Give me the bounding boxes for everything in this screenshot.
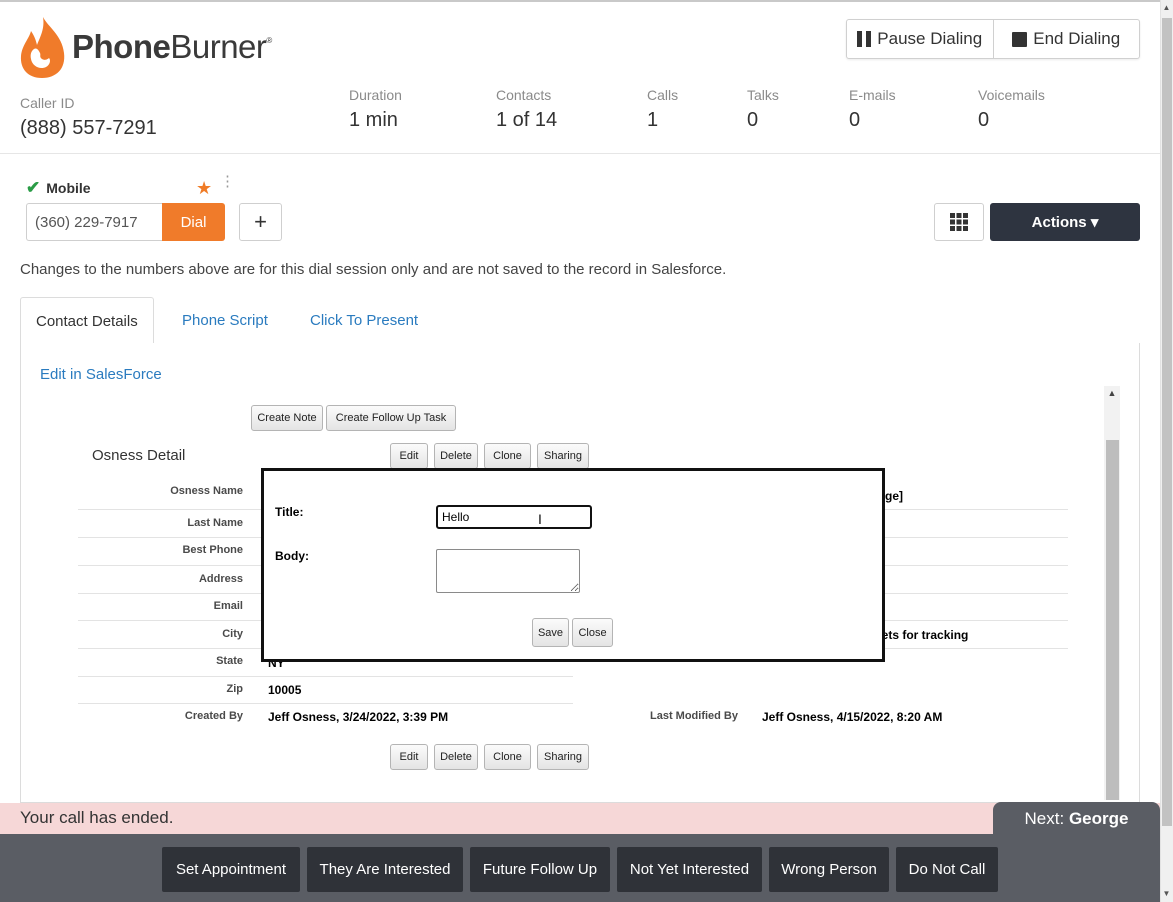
field-label: State	[216, 655, 243, 667]
stop-icon	[1012, 31, 1028, 47]
stat-label: Talks	[747, 87, 779, 103]
field-value-created-by: Jeff Osness, 3/24/2022, 3:39 PM	[268, 710, 449, 724]
field-label: Osness Name	[170, 485, 243, 497]
stat-label: Voicemails	[978, 87, 1045, 103]
stat-label: E-mails	[849, 87, 896, 103]
stat-value: 1 min	[349, 109, 398, 131]
field-label: Address	[198, 573, 243, 585]
tab-bar: Contact Details Phone Script Click To Pr…	[20, 297, 1140, 345]
window-scroll-up-icon[interactable]: ▲	[1160, 3, 1173, 12]
stat-value: 1 of 14	[496, 109, 558, 131]
caller-id: Caller ID (888) 557-7291	[20, 95, 157, 140]
tab-phone-script[interactable]: Phone Script	[167, 297, 283, 344]
clone-button[interactable]: Clone	[484, 443, 531, 469]
field-value-zip: 10005	[268, 683, 302, 697]
field-label: Last Name	[187, 517, 243, 529]
stat-value: 1	[647, 109, 659, 131]
stat-value: 0	[978, 109, 990, 131]
brand-name: PhoneBurner®	[72, 28, 272, 65]
field-value-partial: eets for tracking	[875, 628, 969, 642]
field-value-last-modified: Jeff Osness, 4/15/2022, 8:20 AM	[762, 710, 943, 724]
delete-button-bottom[interactable]: Delete	[434, 744, 478, 770]
end-dialing-label: End Dialing	[1033, 29, 1121, 48]
edit-in-salesforce-link[interactable]: Edit in SalesForce	[40, 366, 162, 383]
phone-number-input[interactable]	[26, 203, 163, 241]
record-detail-title: Osness Detail	[92, 447, 186, 464]
field-label: Email	[213, 600, 243, 612]
text-cursor-icon: I	[538, 511, 542, 527]
phoneburner-logo: PhoneBurner®	[18, 14, 272, 80]
star-icon[interactable]: ★	[196, 178, 212, 199]
pause-dialing-button[interactable]: Pause Dialing	[847, 20, 993, 58]
window-scroll-down-icon[interactable]: ▼	[1160, 889, 1173, 898]
edit-button-bottom[interactable]: Edit	[390, 744, 428, 770]
add-number-button[interactable]: +	[239, 203, 282, 241]
set-appointment-button[interactable]: Set Appointment	[162, 847, 300, 892]
field-label: Last Modified By	[649, 710, 738, 722]
field-label: City	[222, 628, 243, 640]
field-divider	[78, 703, 573, 704]
stat-calls: Calls 1	[647, 87, 678, 132]
tab-click-to-present[interactable]: Click To Present	[295, 297, 433, 344]
dialing-controls: Pause Dialing End Dialing	[846, 19, 1140, 59]
field-divider	[78, 676, 573, 677]
wrong-person-button[interactable]: Wrong Person	[769, 847, 889, 892]
session-notice: Changes to the numbers above are for thi…	[20, 261, 727, 278]
note-body-textarea[interactable]	[436, 549, 580, 593]
tab-contact-details[interactable]: Contact Details	[20, 297, 154, 345]
future-follow-up-button[interactable]: Future Follow Up	[470, 847, 610, 892]
sharing-button-bottom[interactable]: Sharing	[537, 744, 589, 770]
keypad-button[interactable]	[934, 203, 984, 241]
stat-label: Contacts	[496, 87, 552, 103]
call-status-bar	[0, 803, 1160, 834]
stat-emails: E-mails 0	[849, 87, 896, 132]
check-icon: ✔	[26, 178, 41, 197]
field-label: Zip	[226, 683, 244, 695]
call-status-text: Your call has ended.	[20, 808, 174, 827]
create-follow-up-task-button[interactable]: Create Follow Up Task	[326, 405, 456, 431]
grid-icon	[950, 213, 968, 231]
stat-talks: Talks 0	[747, 87, 779, 132]
stat-value: 0	[849, 109, 861, 131]
note-title-input[interactable]	[436, 505, 592, 529]
phone-type-label: Mobile	[46, 180, 91, 196]
window-scrollbar-thumb[interactable]	[1162, 18, 1172, 826]
stat-label: Duration	[349, 87, 402, 103]
next-label: Next:	[1024, 808, 1065, 828]
frame-scrollbar-thumb[interactable]	[1106, 440, 1119, 800]
stat-contacts: Contacts 1 of 14	[496, 87, 557, 132]
flame-logo-icon	[20, 17, 65, 78]
stat-value: 0	[747, 109, 759, 131]
phone-type: ✔ Mobile	[26, 178, 91, 198]
end-dialing-button[interactable]: End Dialing	[992, 20, 1140, 58]
clone-button-bottom[interactable]: Clone	[484, 744, 531, 770]
pause-icon	[857, 31, 872, 47]
not-yet-interested-button[interactable]: Not Yet Interested	[617, 847, 762, 892]
kebab-icon[interactable]: ⋮	[220, 174, 235, 189]
scroll-up-icon[interactable]: ▲	[1104, 388, 1120, 398]
stat-duration: Duration 1 min	[349, 87, 402, 132]
create-note-button[interactable]: Create Note	[251, 405, 323, 431]
field-label: Created By	[184, 710, 243, 722]
edit-button[interactable]: Edit	[390, 443, 428, 469]
do-not-call-button[interactable]: Do Not Call	[896, 847, 998, 892]
dial-button[interactable]: Dial	[162, 203, 225, 241]
next-contact-tab[interactable]: Next: George	[993, 802, 1160, 835]
caller-id-label: Caller ID	[20, 95, 75, 111]
delete-button[interactable]: Delete	[434, 443, 478, 469]
sharing-button[interactable]: Sharing	[537, 443, 589, 469]
pause-dialing-label: Pause Dialing	[877, 29, 983, 48]
stat-voicemails: Voicemails 0	[978, 87, 1045, 132]
next-contact-name: George	[1068, 808, 1129, 828]
create-note-dialog: Title: I Body: Save Close	[261, 468, 885, 662]
stat-label: Calls	[647, 87, 679, 103]
body-label: Body:	[275, 549, 309, 563]
field-label: Best Phone	[182, 544, 243, 556]
save-button[interactable]: Save	[532, 618, 569, 647]
they-are-interested-button[interactable]: They Are Interested	[307, 847, 463, 892]
close-button[interactable]: Close	[572, 618, 613, 647]
caller-id-value: (888) 557-7291	[20, 117, 157, 139]
actions-dropdown-button[interactable]: Actions ▾	[990, 203, 1140, 241]
title-label: Title:	[275, 505, 304, 519]
